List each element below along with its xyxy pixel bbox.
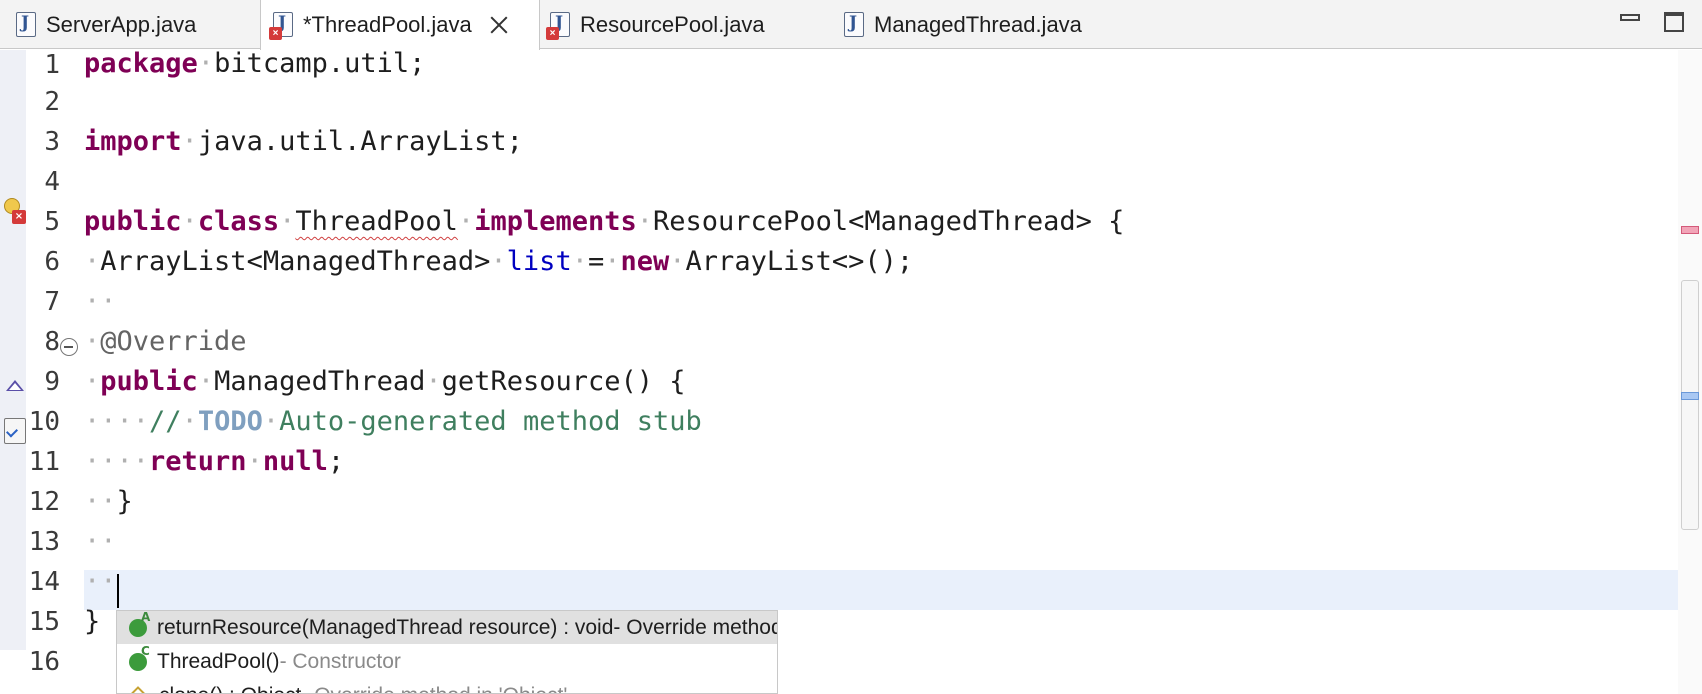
tab-label: *ThreadPool.java: [303, 12, 472, 37]
tab-label: ResourcePool.java: [580, 11, 765, 37]
code-line-6: ·ArrayList<ManagedThread>·list·=·new·Arr…: [84, 246, 914, 277]
maximize-icon[interactable]: [1664, 12, 1686, 32]
line-number: 11: [28, 447, 60, 477]
line-number: 12: [28, 487, 60, 517]
java-file-error-icon: J ×: [546, 11, 572, 40]
editor-tab-bar: J ServerApp.java J × *ThreadPool.java J × …: [0, 0, 1702, 50]
tab-serverapp[interactable]: J ServerApp.java: [14, 0, 196, 49]
tab-resourcepool[interactable]: J × ResourcePool.java: [546, 0, 765, 49]
completion-desc: - Override method in 'ResourcePool': [613, 615, 778, 639]
java-file-error-icon: J ×: [269, 11, 295, 40]
line-number: 4: [44, 167, 60, 197]
scrollbar-thumb[interactable]: [1681, 280, 1699, 530]
code-line-13: ··: [84, 526, 117, 557]
protected-method-icon: [128, 685, 148, 693]
java-file-icon: J: [842, 11, 866, 39]
code-line-5: public·class·ThreadPool·implements·Resou…: [84, 206, 1125, 237]
quick-fix-error-icon[interactable]: ×: [2, 196, 28, 226]
constructor-icon: C: [129, 644, 150, 671]
minimize-icon[interactable]: [1620, 12, 1642, 32]
code-line-3: import·java.util.ArrayList;: [84, 126, 523, 157]
content-assist-popup: A returnResource(ManagedThread resource)…: [116, 610, 778, 694]
task-marker-icon[interactable]: [4, 418, 26, 444]
current-line-highlight: [84, 570, 1678, 610]
code-line-10: ····//·TODO·Auto-generated method stub: [84, 406, 702, 437]
code-line-9: ·public·ManagedThread·getResource() {: [84, 366, 686, 397]
line-number: 1: [44, 50, 60, 80]
completion-desc: - Override method in 'Object': [301, 684, 567, 694]
code-line-12: ··}: [84, 486, 133, 517]
line-number: 16: [28, 647, 60, 677]
override-marker-icon[interactable]: [6, 380, 24, 391]
tab-label: ServerApp.java: [46, 11, 197, 37]
code-line-14: ··: [84, 566, 117, 597]
collapse-fold-icon[interactable]: [60, 338, 78, 356]
completion-item-constructor[interactable]: C ThreadPool() - Constructor: [117, 644, 777, 678]
line-number: 14: [28, 567, 60, 597]
line-number: 13: [28, 527, 60, 557]
completion-name: returnResource(ManagedThread resource) :…: [157, 615, 614, 639]
line-number: 3: [44, 127, 60, 157]
text-caret: [117, 574, 119, 608]
error-squiggle: ThreadPool: [295, 206, 458, 237]
line-number: 2: [44, 87, 60, 117]
completion-item-clone[interactable]: clone() : Object - Override method in 'O…: [117, 679, 777, 694]
code-line-8: ·@Override: [84, 326, 247, 357]
completion-item-returnresource[interactable]: A returnResource(ManagedThread resource)…: [117, 611, 778, 644]
tab-managedthread[interactable]: J ManagedThread.java: [842, 0, 1082, 49]
tab-threadpool[interactable]: J × *ThreadPool.java: [260, 0, 540, 50]
tab-label: ManagedThread.java: [874, 11, 1082, 37]
code-editor[interactable]: 1 2 3 4 5 6 7 8 9 10 11 12 13 14 15 16 ×…: [0, 48, 1702, 694]
completion-desc: - Constructor: [279, 649, 401, 673]
ruler-error-marker[interactable]: [1681, 226, 1699, 234]
code-line-7: ··: [84, 286, 117, 317]
line-number: 15: [28, 607, 60, 637]
code-line-15: }: [84, 606, 101, 637]
public-method-icon: A: [129, 611, 150, 637]
line-number: 8: [44, 327, 60, 357]
line-number: 7: [44, 287, 60, 317]
ruler-position-marker[interactable]: [1681, 392, 1699, 400]
java-file-icon: J: [14, 11, 38, 39]
completion-name: clone() : Object: [159, 684, 301, 694]
code-line-1: package·bitcamp.util;: [84, 48, 426, 79]
code-line-11: ····return·null;: [84, 446, 345, 477]
close-tab-icon[interactable]: [488, 14, 510, 36]
completion-name: ThreadPool(): [157, 649, 280, 673]
line-number: 6: [44, 247, 60, 277]
